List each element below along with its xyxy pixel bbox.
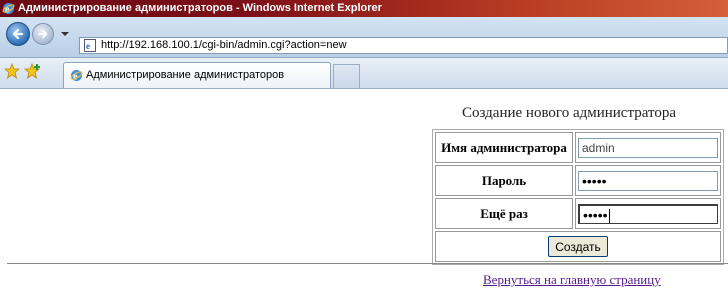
navigation-toolbar: e http://192.168.100.1/cgi-bin/admin.cgi… (0, 17, 728, 58)
confirm-password-input[interactable]: ••••• (578, 203, 718, 224)
svg-text:e: e (86, 41, 90, 51)
favorites-star-icon[interactable] (4, 63, 20, 79)
forward-arrow-icon (38, 29, 48, 39)
admin-form: Имя администратора Пароль ••••• Ещё раз … (432, 129, 724, 265)
ie-logo-icon: e (2, 3, 15, 15)
confirm-cell: ••••• (575, 198, 721, 229)
tab-admin[interactable]: e Администрирование администраторов (63, 62, 331, 88)
window-titlebar: e Администрирование администраторов - Wi… (0, 0, 728, 17)
tab-bar: e Администрирование администраторов (0, 58, 728, 89)
submit-cell: Создать (435, 231, 721, 262)
text-caret (608, 208, 610, 223)
form-row-confirm: Ещё раз ••••• (435, 198, 721, 229)
tab-ie-icon: e (70, 70, 83, 82)
history-dropdown-icon[interactable] (61, 32, 69, 36)
form-row-password: Пароль ••••• (435, 165, 721, 196)
password-label: Пароль (435, 165, 573, 196)
confirm-mask: ••••• (583, 206, 608, 223)
username-input[interactable] (578, 137, 718, 158)
horizontal-rule (7, 263, 728, 264)
username-cell (575, 132, 721, 163)
new-tab-button[interactable] (333, 64, 360, 88)
url-text: http://192.168.100.1/cgi-bin/admin.cgi?a… (101, 39, 347, 51)
password-cell: ••••• (575, 165, 721, 196)
confirm-label: Ещё раз (435, 198, 573, 229)
forward-button[interactable] (32, 23, 54, 45)
page-icon: e (84, 39, 96, 52)
address-input[interactable]: e http://192.168.100.1/cgi-bin/admin.cgi… (79, 37, 728, 54)
page-heading: Создание нового администратора (462, 105, 676, 121)
form-row-username: Имя администратора (435, 132, 721, 163)
home-link[interactable]: Вернуться на главную страницу (483, 272, 661, 288)
tab-label: Администрирование администраторов (86, 69, 285, 81)
add-favorite-icon[interactable] (24, 63, 42, 79)
password-input[interactable]: ••••• (578, 170, 718, 191)
page-content: Создание нового администратора Имя админ… (0, 89, 728, 294)
form-row-submit: Создать (435, 231, 721, 262)
window-title: Администрирование администраторов - Wind… (18, 2, 382, 14)
create-button[interactable]: Создать (548, 236, 608, 257)
back-arrow-icon (12, 28, 24, 40)
password-mask: ••••• (582, 172, 607, 189)
username-label: Имя администратора (435, 132, 573, 163)
back-button[interactable] (6, 22, 30, 46)
